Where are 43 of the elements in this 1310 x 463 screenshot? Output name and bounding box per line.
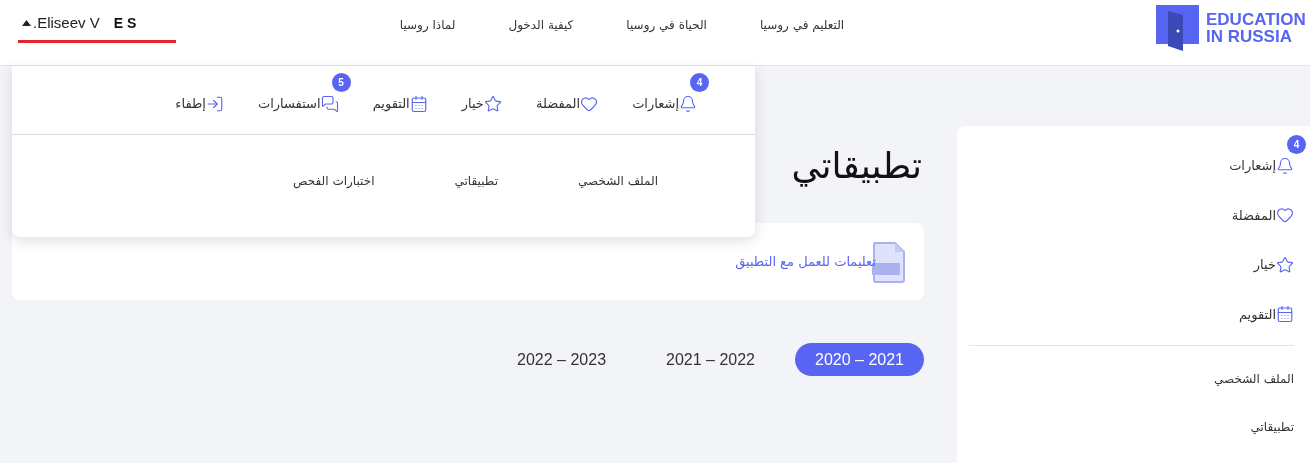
sidebar-link[interactable]: الملف الشخصي: [1214, 370, 1294, 388]
menu-item[interactable]: المفضلة: [535, 94, 599, 114]
menu-item[interactable]: إشعارات: [1229, 156, 1294, 176]
logo-text: IN RUSSIA: [1206, 28, 1293, 45]
instructions-link[interactable]: تعليمات للعمل مع التطبيق: [735, 251, 876, 272]
star-icon: [1276, 255, 1294, 274]
year-tab[interactable]: 2022 – 2023: [497, 343, 627, 376]
menu-item[interactable]: إطفاء: [175, 94, 224, 114]
calendar-icon: [1276, 305, 1294, 324]
user-name: Eliseev V.: [33, 12, 100, 33]
menu-link[interactable]: تطبيقاتي: [454, 172, 498, 190]
heart-icon: [1276, 206, 1294, 225]
count-badge: 5: [331, 73, 351, 93]
nav-link[interactable]: التعليم في روسيا: [759, 16, 845, 34]
page-title: تطبيقاتي: [791, 144, 923, 188]
year-tab[interactable]: 2021 – 2022: [646, 343, 775, 376]
count-badge: 4: [1287, 135, 1306, 154]
bell-icon: [1276, 156, 1294, 175]
bell-icon: [679, 95, 697, 113]
menu-item[interactable]: خيار: [1253, 255, 1294, 275]
heart-icon: [580, 95, 599, 113]
year-tab[interactable]: 2020 – 2021: [795, 343, 924, 376]
nav-link[interactable]: الحياة في روسيا: [626, 16, 707, 34]
menu-item[interactable]: التقويم: [1238, 304, 1294, 324]
chat-icon: [320, 95, 339, 113]
menu-item[interactable]: المفضلة: [1231, 205, 1294, 225]
menu-item[interactable]: التقويم: [372, 94, 428, 114]
menu-item[interactable]: إشعارات: [632, 94, 697, 114]
user-initials: E S: [113, 13, 137, 33]
sidebar-link[interactable]: تطبيقاتي: [1250, 418, 1294, 436]
nav-link[interactable]: لماذا روسيا: [399, 16, 456, 34]
logo-text: EDUCATION: [1206, 11, 1306, 28]
menu-item[interactable]: استفسارات: [257, 94, 339, 114]
door-logo-icon: [1156, 5, 1199, 51]
menu-link[interactable]: الملف الشخصي: [578, 172, 658, 190]
menu-item[interactable]: خيار: [461, 94, 502, 114]
user-menu-button[interactable]: Eliseev V. E S: [18, 6, 176, 43]
calendar-icon: [409, 95, 428, 113]
menu-link[interactable]: اختبارات الفحص: [293, 172, 375, 190]
star-icon: [483, 95, 502, 113]
nav-link[interactable]: كيفية الدخول: [508, 16, 574, 34]
logout-icon: [205, 95, 224, 113]
count-badge: 4: [690, 73, 709, 93]
